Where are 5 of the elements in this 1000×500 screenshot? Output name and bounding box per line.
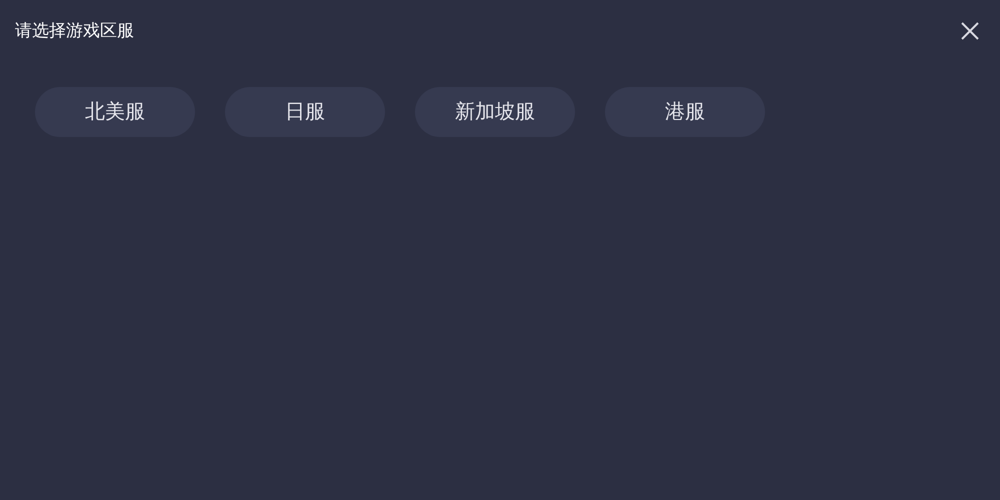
server-button[interactable]: 北美服 (35, 86, 195, 136)
dialog-title: 请选择游戏区服 (15, 20, 134, 42)
server-button[interactable]: 新加坡服 (415, 86, 575, 136)
server-button[interactable]: 日服 (225, 86, 385, 136)
server-button[interactable]: 港服 (605, 86, 765, 136)
